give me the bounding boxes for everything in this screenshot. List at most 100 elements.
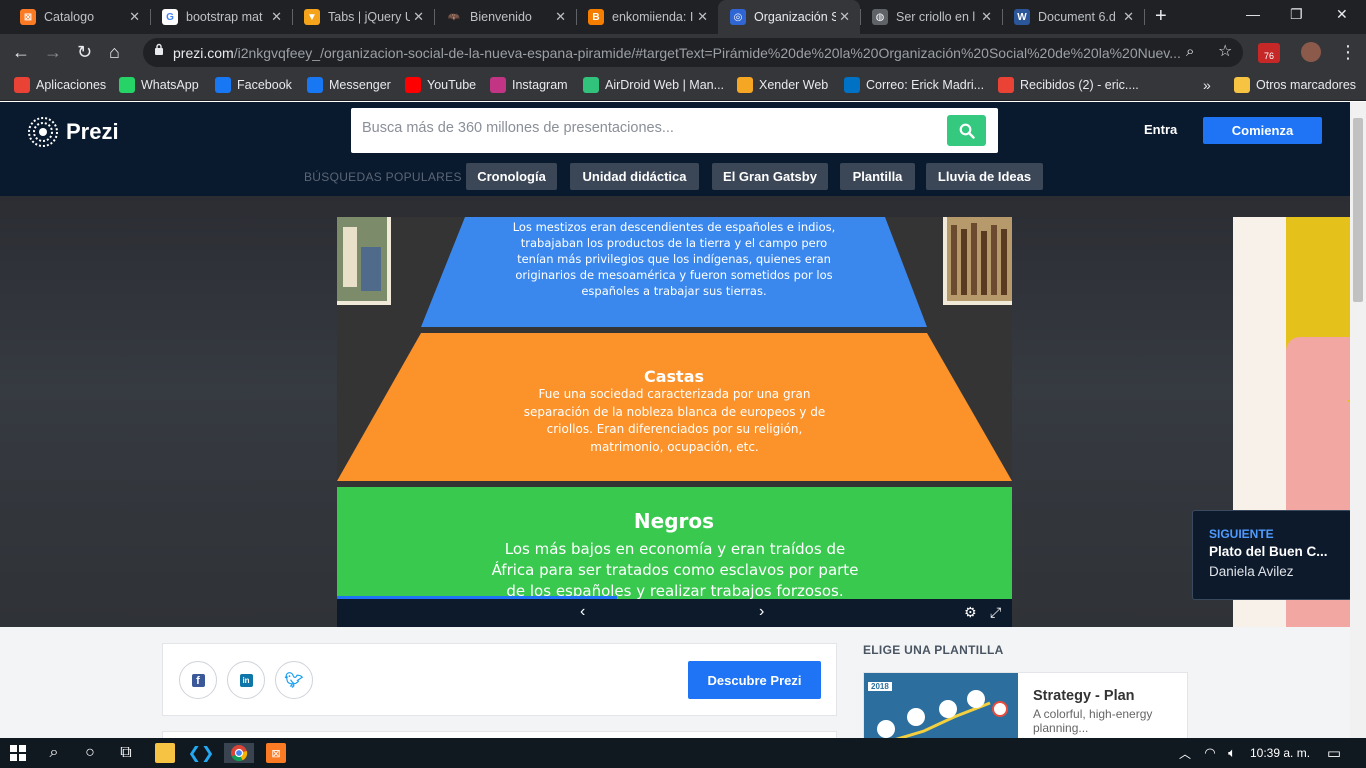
outlook-icon	[844, 77, 860, 93]
home-icon[interactable]: ⌂	[109, 42, 120, 62]
restore-icon[interactable]: ❐	[1290, 6, 1303, 23]
tab-title: enkomiienda: I	[612, 10, 694, 24]
page-scrollbar-thumb[interactable]	[1353, 118, 1363, 302]
login-link[interactable]: Entra	[1144, 122, 1177, 137]
tab-close-icon[interactable]: ✕	[839, 9, 850, 25]
bookmark-item[interactable]: YouTube	[405, 77, 476, 93]
popular-searches-label: BÚSQUEDAS POPULARES	[304, 170, 462, 184]
windows-taskbar: ⌕ ○ ⧉ ❮❯ ⊠ ︿ ◠ 🔈︎ 10:39 a. m. ▭	[0, 738, 1366, 768]
facebook-share-button[interactable]: f	[179, 661, 217, 699]
browser-tab[interactable]: ⊠ Catalogo ✕	[8, 0, 151, 34]
menu-kebab-icon[interactable]: ⋮	[1339, 42, 1357, 62]
bookmark-item[interactable]: Instagram	[490, 77, 568, 93]
address-bar[interactable]: prezi.com/i2nkgvqfeey_/organizacion-soci…	[143, 38, 1243, 67]
bookmark-label: Xender Web	[759, 78, 829, 92]
reload-icon[interactable]: ↻	[77, 42, 92, 62]
globe-icon: ◍	[872, 9, 888, 25]
search-icon[interactable]: ⌕	[44, 743, 64, 763]
bookmark-item[interactable]: Aplicaciones	[14, 77, 106, 93]
new-tab-button[interactable]: +	[1155, 5, 1167, 28]
bookmark-star-icon[interactable]: ☆	[1218, 42, 1232, 62]
tab-close-icon[interactable]: ✕	[697, 9, 708, 25]
popular-search-chip[interactable]: El Gran Gatsby	[712, 163, 828, 190]
browser-tab[interactable]: ◍ Ser criollo en l ✕	[860, 0, 1003, 34]
tab-close-icon[interactable]: ✕	[1123, 9, 1134, 25]
lock-icon[interactable]	[154, 43, 164, 55]
extension-badge-icon[interactable]: 76	[1258, 43, 1280, 63]
bookmark-item[interactable]: Messenger	[307, 77, 391, 93]
bookmark-item[interactable]: Xender Web	[737, 77, 828, 93]
other-bookmarks[interactable]: Otros marcadores	[1234, 77, 1356, 93]
template-card[interactable]: 2018 Strategy - Plan A colorful, high-en…	[863, 672, 1188, 738]
action-center-icon[interactable]: ▭	[1324, 743, 1344, 763]
other-bookmarks-label: Otros marcadores	[1256, 78, 1357, 92]
volume-icon[interactable]: 🔈︎	[1222, 743, 1242, 763]
next-title: Plato del Buen C...	[1209, 544, 1328, 559]
popular-search-chip[interactable]: Unidad didáctica	[570, 163, 699, 190]
browser-tab[interactable]: Benkomiienda: I ✕	[576, 0, 719, 34]
show-hidden-icons-icon[interactable]: ︿	[1175, 743, 1195, 763]
gmail-icon	[998, 77, 1014, 93]
browser-tab[interactable]: W Document 6.d ✕	[1002, 0, 1145, 34]
profile-avatar[interactable]	[1301, 42, 1321, 62]
xampp-icon[interactable]: ⊠	[266, 743, 286, 763]
settings-gear-icon[interactable]: ⚙	[964, 604, 977, 621]
browser-tab-strip: ⊠ Catalogo ✕ Gbootstrap mat ✕ ▼ Tabs | jQuery …	[0, 0, 1366, 34]
browser-tab[interactable]: Gbootstrap mat ✕	[150, 0, 293, 34]
back-icon[interactable]: ←	[12, 42, 30, 62]
discover-prezi-button[interactable]: Descubre Prezi	[688, 661, 821, 699]
pyramid-top-text: Los mestizos eran descendientes de españ…	[512, 220, 836, 298]
close-window-icon[interactable]: ✕	[1336, 6, 1348, 23]
tab-close-icon[interactable]: ✕	[981, 9, 992, 25]
tab-close-icon[interactable]: ✕	[413, 9, 424, 25]
network-icon[interactable]: ◠	[1200, 743, 1220, 763]
windows-start-icon[interactable]	[8, 743, 28, 763]
bookmark-label: Correo: Erick Madri...	[866, 78, 985, 92]
airdroid-icon	[583, 77, 599, 93]
popular-search-chip[interactable]: Plantilla	[840, 163, 915, 190]
next-slide-icon[interactable]: ›	[759, 603, 764, 621]
page-viewport: Prezi Entra Comienza BÚSQUEDAS POPULARES…	[0, 102, 1350, 738]
browser-tab[interactable]: ◎ Organización S ✕	[718, 0, 861, 34]
bookmark-item[interactable]: WhatsApp	[119, 77, 199, 93]
url-path: /i2nkgvqfeey_/organizacion-social-de-la-…	[233, 44, 1181, 61]
next-presentation-card[interactable]: SIGUIENTE Plato del Buen C... Daniela Av…	[1192, 510, 1350, 600]
bookmark-item[interactable]: AirDroid Web | Man...	[583, 77, 724, 93]
tab-title: bootstrap mat	[186, 10, 263, 24]
tab-close-icon[interactable]: ✕	[271, 9, 282, 25]
tab-close-icon[interactable]: ✕	[129, 9, 140, 25]
bookmark-label: Aplicaciones	[36, 78, 107, 92]
prezi-logo[interactable]: Prezi	[27, 116, 119, 148]
linkedin-icon: in	[239, 673, 253, 687]
tab-title: Bienvenido	[470, 10, 532, 24]
zoom-icon[interactable]: ⌕	[1186, 42, 1194, 62]
vscode-icon[interactable]: ❮❯	[188, 743, 215, 763]
previous-slide-icon[interactable]: ‹	[580, 603, 585, 621]
presentation-slide[interactable]: Los mestizos eran descendientes de españ…	[337, 217, 1012, 599]
twitter-share-button[interactable]: 🐦︎	[275, 661, 313, 699]
linkedin-share-button[interactable]: in	[227, 661, 265, 699]
popular-search-chip[interactable]: Lluvia de Ideas	[926, 163, 1043, 190]
bookmark-item[interactable]: Recibidos (2) - eric....	[998, 77, 1139, 93]
file-explorer-icon[interactable]	[155, 743, 175, 763]
browser-tab[interactable]: 🦇 Bienvenido ✕	[434, 0, 577, 34]
cortana-icon[interactable]: ○	[80, 743, 100, 763]
right-painting-image	[943, 217, 1012, 305]
bookmark-item[interactable]: Facebook	[215, 77, 292, 93]
bookmark-item[interactable]: Correo: Erick Madri...	[844, 77, 984, 93]
instagram-icon	[490, 77, 506, 93]
minimize-icon[interactable]: —	[1246, 6, 1260, 22]
signup-button[interactable]: Comienza	[1203, 117, 1322, 144]
tab-close-icon[interactable]: ✕	[555, 9, 566, 25]
browser-tab[interactable]: ▼ Tabs | jQuery U ✕	[292, 0, 435, 34]
search-button[interactable]	[947, 115, 986, 146]
task-view-icon[interactable]: ⧉	[116, 743, 136, 763]
search-box	[351, 108, 998, 153]
bookmarks-overflow-icon[interactable]: »	[1203, 77, 1211, 93]
popular-search-chip[interactable]: Cronología	[466, 163, 557, 190]
clock[interactable]: 10:39 a. m.	[1250, 746, 1310, 760]
search-input[interactable]	[362, 120, 922, 136]
chrome-taskbar-icon[interactable]	[224, 743, 254, 763]
forward-icon[interactable]: →	[44, 42, 62, 62]
fullscreen-icon[interactable]: ⤢	[990, 604, 1001, 621]
